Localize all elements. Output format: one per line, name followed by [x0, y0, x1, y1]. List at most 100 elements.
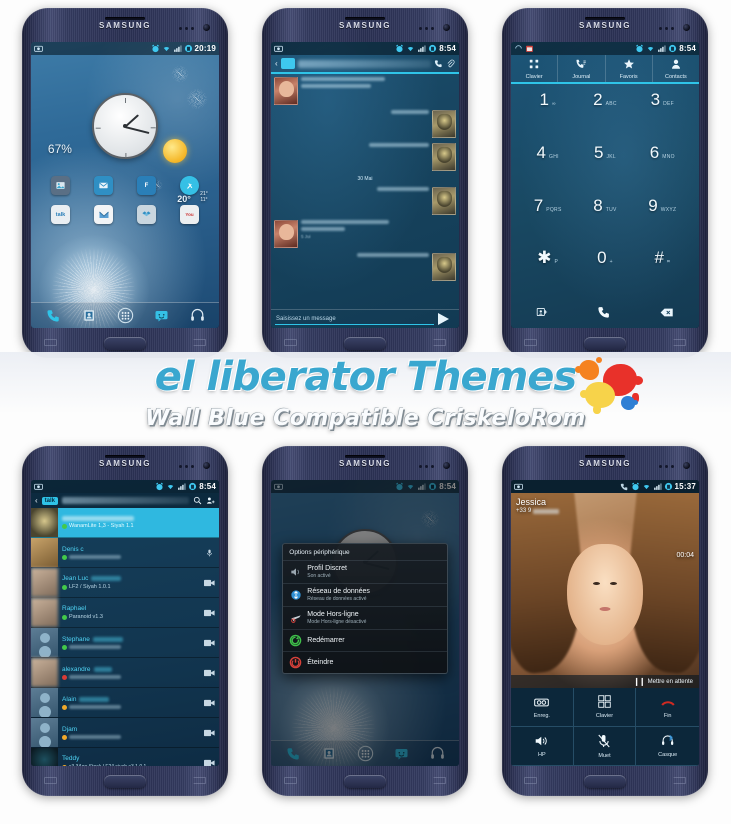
menu-capacitive-key[interactable] — [44, 339, 57, 346]
dialer-action-bar[interactable] — [511, 301, 699, 328]
analog-clock-widget[interactable] — [92, 93, 158, 160]
record-button[interactable]: Enreg. — [511, 688, 574, 727]
home-dock[interactable] — [31, 302, 219, 328]
mute-button[interactable]: Muet — [573, 727, 637, 766]
add-person-icon[interactable] — [206, 496, 215, 505]
paperclip-icon[interactable] — [446, 59, 455, 68]
call-icon[interactable] — [597, 305, 611, 322]
back-capacitive-key[interactable] — [433, 777, 446, 784]
email-icon[interactable] — [94, 176, 113, 196]
speaker-button[interactable]: HP — [511, 727, 574, 766]
dial-key-star[interactable]: ✱ P — [519, 248, 576, 301]
menu-item-redemarrer[interactable]: Redémarrer — [283, 628, 447, 651]
menu-capacitive-key[interactable] — [44, 777, 57, 784]
hold-button[interactable]: ❙❙ Mettre en attente — [511, 675, 699, 688]
youtube-icon[interactable]: You — [180, 205, 199, 225]
app-drawer-icon[interactable] — [116, 306, 135, 325]
list-item[interactable]: Stephane — [31, 628, 219, 658]
tab-journal[interactable]: Journal — [558, 55, 606, 82]
video-icon[interactable] — [204, 729, 215, 737]
backspace-icon[interactable] — [660, 307, 674, 321]
dial-key-3[interactable]: 3 DEF — [634, 90, 691, 143]
dial-key-5[interactable]: 5 JKL — [576, 143, 633, 196]
power-options-screen[interactable]: 8:54 Options périphérique Profil Discret… — [271, 480, 459, 766]
video-icon[interactable] — [204, 639, 215, 647]
list-item[interactable]: Djam — [31, 718, 219, 748]
tools-icon[interactable] — [180, 176, 199, 196]
contacts-icon[interactable] — [80, 306, 99, 325]
back-capacitive-key[interactable] — [193, 339, 206, 346]
video-icon[interactable] — [204, 579, 215, 587]
flipboard-icon[interactable]: F — [137, 176, 156, 196]
menu-item-mode-hors-ligne[interactable]: Mode Hors-ligne Mode Hors-ligne désactiv… — [283, 605, 447, 629]
home-button[interactable] — [344, 774, 386, 788]
dial-key-6[interactable]: 6 MNO — [634, 143, 691, 196]
talk-action-bar[interactable]: ‹ talk — [31, 493, 219, 508]
tab-favoris[interactable]: Favoris — [606, 55, 653, 82]
list-item[interactable]: Jean Luc LF2 / Siyah 1.0.1 — [31, 568, 219, 598]
message-compose-bar[interactable]: Saisissez un message — [271, 309, 459, 328]
back-capacitive-key[interactable] — [673, 777, 686, 784]
talk-icon[interactable]: talk — [51, 205, 70, 225]
menu-capacitive-key[interactable] — [524, 339, 537, 346]
list-item[interactable]: alexandre — [31, 658, 219, 688]
dial-key-2[interactable]: 2 ABC — [576, 90, 633, 143]
dial-key-4[interactable]: 4 GHI — [519, 143, 576, 196]
list-item[interactable]: WanamLite 1,3 - Siyah 1.1 — [31, 508, 219, 538]
power-options-dialog[interactable]: Options périphérique Profil Discret Son … — [282, 542, 448, 674]
home-button[interactable] — [104, 336, 146, 350]
end-call-button[interactable]: Fin — [636, 688, 699, 727]
dial-key-7[interactable]: 7 PQRS — [519, 196, 576, 249]
list-item[interactable]: Denis c — [31, 538, 219, 568]
menu-capacitive-key[interactable] — [284, 777, 297, 784]
menu-capacitive-key[interactable] — [524, 777, 537, 784]
back-chevron-icon[interactable]: ‹ — [275, 59, 278, 68]
dialer-tabs[interactable]: Clavier Journal Favoris Contacts — [511, 55, 699, 84]
message-list[interactable]: 30 Mai 5 Jui — [271, 74, 459, 309]
messaging-icon[interactable] — [152, 306, 171, 325]
list-item[interactable]: Alain — [31, 688, 219, 718]
talk-account-email[interactable] — [62, 497, 189, 504]
back-chevron-icon[interactable]: ‹ — [35, 496, 38, 505]
gallery-icon[interactable] — [51, 176, 70, 196]
menu-capacitive-key[interactable] — [284, 339, 297, 346]
video-icon[interactable] — [204, 699, 215, 707]
dialpad[interactable]: 1 ∞ 2 ABC 3 DEF 4 GHI 5 JKL 6 MNO 7 PQRS 8 TUV 9… — [511, 84, 699, 301]
dial-key-hash[interactable]: # ⌗ — [634, 248, 691, 301]
contact-list[interactable]: WanamLite 1,3 - Siyah 1.1 Denis c Jean L… — [31, 508, 219, 766]
list-item[interactable]: Raphael Paranoid v1.3 — [31, 598, 219, 628]
search-icon[interactable] — [193, 496, 202, 505]
dialer-screen[interactable]: 8:54 Clavier Journal Favoris Contacts 1 … — [511, 42, 699, 328]
send-icon[interactable] — [438, 313, 455, 325]
home-button[interactable] — [584, 774, 626, 788]
menu-item-eteindre[interactable]: Éteindre — [283, 650, 447, 673]
back-capacitive-key[interactable] — [433, 339, 446, 346]
menu-item-profil-discret[interactable]: Profil Discret Son activé — [283, 559, 447, 583]
home-screen[interactable]: 20:19 67% 20° 21° 11° F talk You — [31, 42, 219, 328]
back-capacitive-key[interactable] — [193, 777, 206, 784]
in-call-screen[interactable]: 15:37 Jessica +33 9 00:04 ❙❙ Mettre en a… — [511, 480, 699, 766]
call-controls[interactable]: Enreg. Clavier Fin HP Muet Casque — [511, 688, 699, 766]
dropbox-icon[interactable] — [137, 205, 156, 225]
app-icon-grid[interactable]: F talk You — [31, 176, 219, 225]
keypad-button[interactable]: Clavier — [573, 688, 637, 727]
list-item[interactable]: Teddy s3 3Age Stock LF2// siyah s3 1.0.1 — [31, 748, 219, 766]
dial-key-1[interactable]: 1 ∞ — [519, 90, 576, 143]
talk-screen[interactable]: 8:54 ‹ talk WanamLite 1,3 - Siyah 1.1 De… — [31, 480, 219, 766]
phone-icon[interactable] — [434, 59, 443, 68]
home-button[interactable] — [344, 336, 386, 350]
messaging-screen[interactable]: 8:54 ‹ 30 Mai 5 Jui Saisissez un message — [271, 42, 459, 328]
home-button[interactable] — [584, 336, 626, 350]
tab-clavier[interactable]: Clavier — [511, 55, 559, 82]
home-button[interactable] — [104, 774, 146, 788]
mic-icon[interactable] — [204, 549, 215, 557]
back-capacitive-key[interactable] — [673, 339, 686, 346]
gmail-icon[interactable] — [94, 205, 113, 225]
video-icon[interactable] — [204, 669, 215, 677]
dial-key-9[interactable]: 9 WXYZ — [634, 196, 691, 249]
message-input[interactable]: Saisissez un message — [275, 314, 434, 325]
video-icon[interactable] — [204, 609, 215, 617]
music-icon[interactable] — [188, 306, 207, 325]
menu-item-reseau-de-donnees[interactable]: Réseau de données Réseau de données acti… — [283, 582, 447, 606]
tab-contacts[interactable]: Contacts — [653, 55, 699, 82]
